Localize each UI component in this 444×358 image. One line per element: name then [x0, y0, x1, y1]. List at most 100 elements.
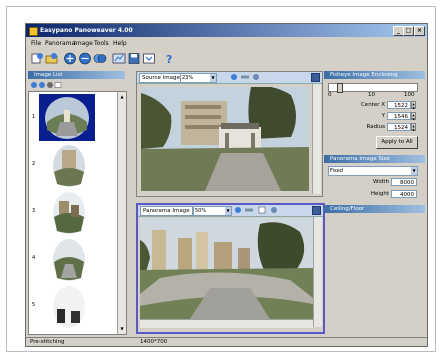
- fit-icon[interactable]: [241, 75, 249, 79]
- open-project-icon[interactable]: [45, 52, 59, 65]
- fisheye-slider[interactable]: [328, 83, 418, 93]
- list-item[interactable]: 1: [29, 94, 117, 142]
- status-text: Pre-stitching: [30, 339, 65, 345]
- remove-image-icon[interactable]: [78, 52, 92, 65]
- move-down-icon[interactable]: [39, 82, 45, 88]
- source-image-label: Source Image: [139, 73, 183, 83]
- fisheye-header[interactable]: Fisheye Image Enclosing: [324, 71, 425, 79]
- panorama-image-label: Panorama Image: [140, 206, 193, 216]
- list-item[interactable]: 4: [29, 237, 117, 283]
- zoom-in-icon[interactable]: [231, 74, 237, 80]
- thumbnail-scrollbar[interactable]: ▲ ▼: [117, 92, 126, 334]
- status-bar: Pre-stitching 1400*700: [26, 337, 427, 346]
- zoom-in-icon[interactable]: [235, 207, 241, 213]
- slider-min-label: 0: [328, 92, 332, 98]
- publish-icon[interactable]: [112, 52, 126, 65]
- move-up-icon[interactable]: [31, 82, 37, 88]
- center-x-field[interactable]: 1522: [387, 101, 411, 109]
- thumbnail-image: [53, 145, 85, 187]
- slider-mid-label: 10: [368, 92, 375, 98]
- thumbnail-number: 1: [32, 114, 36, 120]
- source-view-tools: [231, 74, 259, 80]
- center-x-label: Center X: [360, 102, 385, 108]
- scroll-down-icon[interactable]: ▼: [119, 326, 125, 332]
- center-x-spinner[interactable]: ▲ ▼: [411, 101, 416, 110]
- chevron-down-icon: ▼: [225, 207, 231, 215]
- menu-panorama[interactable]: Panorama: [45, 40, 75, 47]
- info-icon[interactable]: [258, 206, 266, 214]
- maximize-button[interactable]: □: [403, 26, 414, 36]
- title-bar[interactable]: Easypano Panoweaver 4.00 _ □ ×: [26, 24, 427, 37]
- source-scrollbar[interactable]: [312, 84, 321, 194]
- help-icon[interactable]: ?: [162, 52, 176, 65]
- list-item[interactable]: 5: [29, 284, 117, 332]
- source-image-window: Source Image 23% ▼: [136, 71, 323, 197]
- source-zoom-select[interactable]: 23% ▼: [180, 73, 217, 83]
- radius-spinner[interactable]: ▲ ▼: [411, 123, 416, 132]
- panorama-view-tools: [235, 206, 277, 214]
- panorama-zoom-select[interactable]: 50% ▼: [193, 206, 232, 216]
- app-window: Easypano Panoweaver 4.00 _ □ × File Pano…: [25, 23, 428, 347]
- thumbnail-image: [53, 286, 85, 328]
- slider-max-label: 100: [404, 92, 415, 98]
- center-y-spinner[interactable]: ▲ ▼: [411, 112, 416, 121]
- panorama-size-select[interactable]: Fixed ▼: [328, 166, 418, 176]
- thumbnail-image: [53, 192, 85, 234]
- add-image-icon[interactable]: [63, 52, 77, 65]
- slider-thumb[interactable]: [337, 83, 343, 93]
- close-button[interactable]: ×: [414, 26, 425, 36]
- thumbnail-image: [53, 239, 85, 281]
- thumbnail-number: 4: [32, 255, 36, 261]
- menu-bar: File Panorama Image Tools Help: [26, 38, 427, 49]
- panorama-size-value: Fixed: [330, 168, 343, 174]
- thumbnail-number: 3: [32, 208, 36, 214]
- height-label: Height: [370, 191, 389, 197]
- scroll-up-icon[interactable]: ▲: [119, 94, 125, 100]
- status-image-size: 1400*700: [140, 339, 168, 345]
- radius-field[interactable]: 1524: [387, 123, 411, 131]
- panorama-size-header[interactable]: Panorama Image Size: [324, 155, 425, 163]
- preview-icon[interactable]: [142, 52, 156, 65]
- stitch-icon[interactable]: [93, 52, 107, 65]
- app-logo-icon: [29, 27, 38, 36]
- pan-icon[interactable]: [271, 207, 277, 213]
- chevron-down-icon: ▼: [411, 167, 417, 175]
- list-item[interactable]: 3: [29, 190, 117, 236]
- ceiling-floor-header[interactable]: Ceiling/Floor: [324, 205, 425, 213]
- center-y-field[interactable]: 1546: [387, 112, 411, 120]
- menu-tools[interactable]: Tools: [94, 40, 109, 47]
- source-window-close-icon[interactable]: [311, 73, 320, 82]
- source-image-header: Source Image 23% ▼: [137, 72, 322, 84]
- width-field[interactable]: 8000: [391, 178, 417, 186]
- panorama-image-window: Panorama Image 50% ▼: [136, 203, 325, 334]
- thumbnail-number: 2: [32, 161, 36, 167]
- save-icon[interactable]: [127, 52, 141, 65]
- list-item[interactable]: 2: [29, 143, 117, 189]
- thumbnail-number: 5: [32, 302, 36, 308]
- image-list-tools: [31, 82, 62, 88]
- pan-icon[interactable]: [253, 74, 259, 80]
- fit-icon[interactable]: [245, 208, 253, 212]
- new-project-icon[interactable]: [30, 52, 44, 65]
- panorama-photo: [140, 218, 313, 319]
- rotate-icon[interactable]: [47, 82, 53, 88]
- thumbnail-image: [45, 97, 89, 139]
- panorama-scrollbar[interactable]: [313, 217, 322, 327]
- properties-icon[interactable]: [54, 82, 62, 88]
- thumbnail-list[interactable]: 1 2 3 4 5 ▲ ▼: [28, 91, 127, 335]
- height-field[interactable]: 4000: [391, 190, 417, 198]
- source-zoom-value: 23%: [182, 75, 194, 81]
- center-y-label: Y: [381, 113, 385, 119]
- width-label: Width: [373, 179, 389, 185]
- apply-to-all-button[interactable]: Apply to All: [376, 136, 418, 149]
- image-list-header: Image List: [28, 71, 125, 79]
- panorama-hscrollbar[interactable]: [140, 319, 313, 328]
- menu-file[interactable]: File: [31, 40, 41, 47]
- toolbar: ?: [26, 50, 427, 67]
- svg-text:?: ?: [166, 53, 172, 65]
- menu-help[interactable]: Help: [113, 40, 127, 47]
- menu-image[interactable]: Image: [74, 40, 93, 47]
- source-photo: [141, 87, 309, 191]
- chevron-down-icon: ▼: [210, 74, 216, 82]
- panorama-window-close-icon[interactable]: [312, 206, 321, 215]
